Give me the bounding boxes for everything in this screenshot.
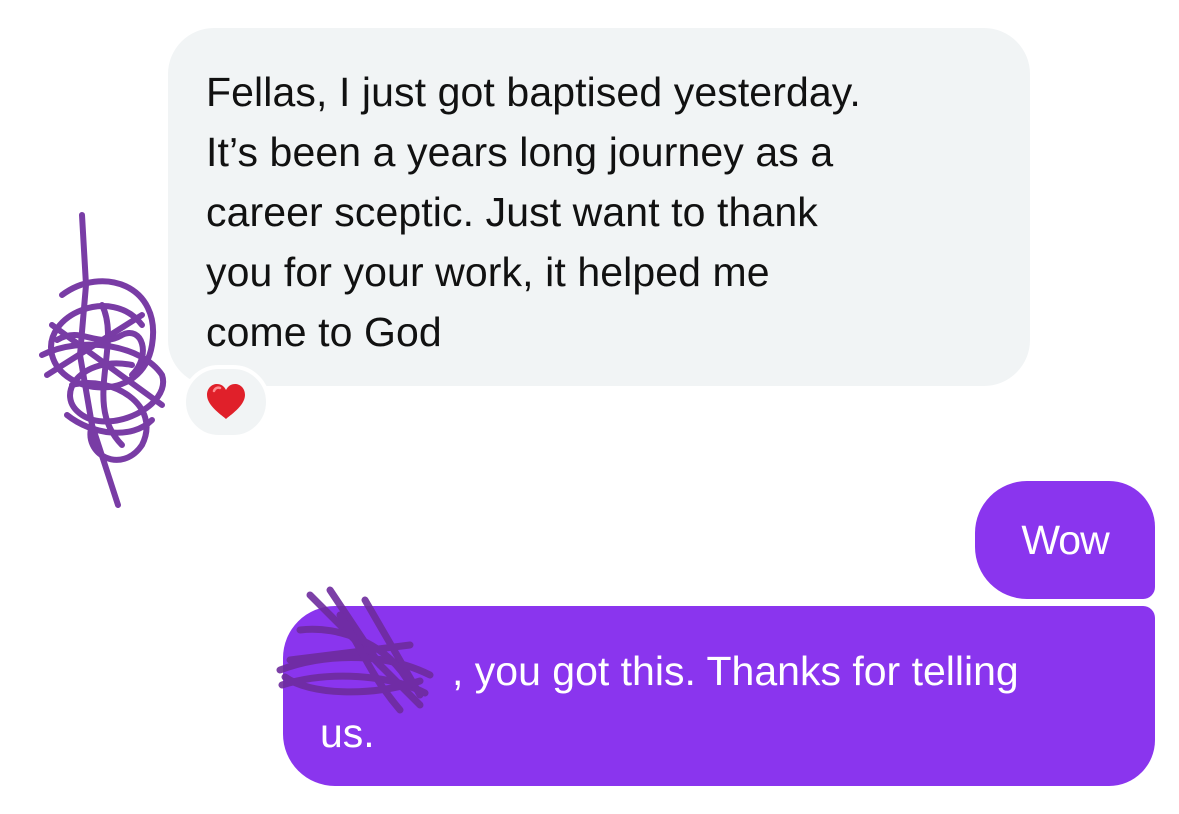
heart-icon <box>207 384 245 419</box>
reaction-badge[interactable] <box>182 365 270 439</box>
incoming-message-bubble[interactable]: Fellas, I just got baptised yesterday. I… <box>168 28 1030 386</box>
message-text-line: us. <box>320 710 375 756</box>
message-text-line: It’s been a years long journey as a <box>206 129 834 175</box>
avatar-redacted-scribble <box>39 212 167 508</box>
message-text-line: Fellas, I just got baptised yesterday. <box>206 69 861 115</box>
message-text: , you got this. Thanks for telling <box>452 648 1019 694</box>
message-text: Wow <box>1021 517 1109 563</box>
message-text-line: , you got this. Thanks for telling <box>320 640 1125 702</box>
message-text-line: come to God <box>206 309 442 355</box>
outgoing-message-bubble[interactable]: Wow <box>975 481 1155 599</box>
message-text-line: career sceptic. Just want to thank <box>206 189 818 235</box>
message-text-line: you for your work, it helped me <box>206 249 770 295</box>
name-redaction-scribble <box>276 586 434 714</box>
